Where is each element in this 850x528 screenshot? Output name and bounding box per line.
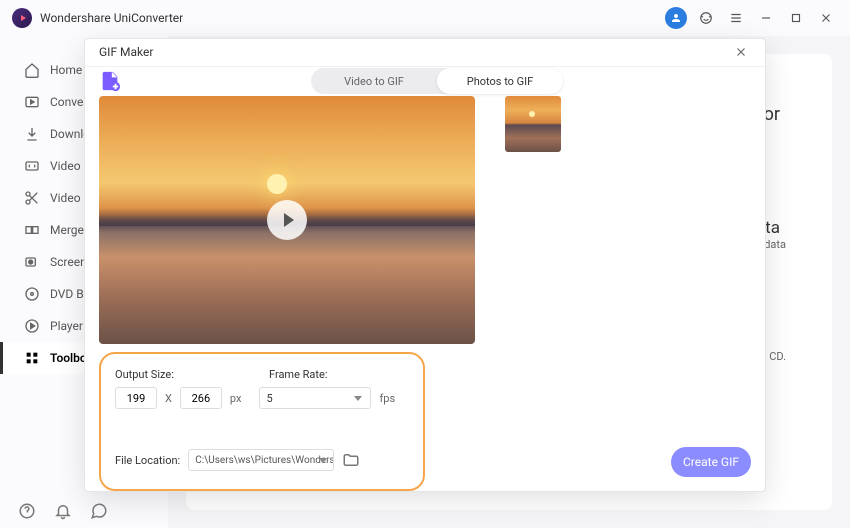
gif-maker-modal: GIF Maker Video to GIF Photos to GIF Out… — [84, 38, 766, 492]
converter-icon — [24, 94, 40, 110]
bg-text-2: CD. — [769, 350, 786, 363]
bell-icon[interactable] — [54, 502, 72, 520]
merger-icon — [24, 222, 40, 238]
width-input[interactable] — [115, 387, 157, 409]
account-avatar[interactable] — [664, 6, 688, 30]
x-separator: X — [165, 392, 172, 405]
help-icon[interactable] — [18, 502, 36, 520]
settings-panel: Output Size: Frame Rate: X px 5 fps File… — [99, 352, 425, 491]
mode-segment: Video to GIF Photos to GIF — [311, 68, 563, 94]
file-location-value: C:\Users\ws\Pictures\Wonders — [195, 455, 334, 466]
minimize-button[interactable] — [754, 6, 778, 30]
browse-folder-button[interactable] — [342, 451, 360, 469]
modal-title: GIF Maker — [99, 45, 153, 59]
sidebar-label: Merger — [50, 223, 88, 237]
output-size-label: Output Size: — [115, 368, 191, 381]
menu-icon[interactable] — [724, 6, 748, 30]
tab-video-to-gif[interactable]: Video to GIF — [311, 68, 437, 94]
record-icon — [24, 254, 40, 270]
frame-rate-select[interactable]: 5 — [259, 387, 371, 409]
thumbnail-list — [491, 96, 751, 344]
disc-icon — [24, 286, 40, 302]
play-icon — [24, 318, 40, 334]
thumbnail-item[interactable] — [505, 96, 561, 152]
scissors-icon — [24, 190, 40, 206]
frame-rate-value: 5 — [266, 392, 272, 405]
close-window-button[interactable] — [814, 6, 838, 30]
height-input[interactable] — [180, 387, 222, 409]
file-location-label: File Location: — [115, 454, 180, 467]
frame-rate-label: Frame Rate: — [269, 368, 328, 381]
tab-photos-to-gif[interactable]: Photos to GIF — [437, 68, 563, 94]
px-label: px — [230, 392, 242, 405]
create-gif-button[interactable]: Create GIF — [671, 447, 751, 477]
add-file-button[interactable] — [99, 70, 121, 92]
app-logo — [12, 8, 32, 28]
maximize-button[interactable] — [784, 6, 808, 30]
sidebar-label: Player — [50, 319, 83, 333]
fps-label: fps — [379, 392, 395, 405]
file-location-select[interactable]: C:\Users\ws\Pictures\Wonders — [188, 449, 334, 471]
support-icon[interactable] — [694, 6, 718, 30]
home-icon — [24, 62, 40, 78]
download-icon — [24, 126, 40, 142]
compress-icon — [24, 158, 40, 174]
sidebar-label: Home — [50, 63, 82, 77]
close-modal-button[interactable] — [731, 42, 751, 62]
app-title: Wondershare UniConverter — [40, 11, 183, 25]
play-button[interactable] — [267, 200, 307, 240]
toolbox-icon — [24, 350, 40, 366]
feedback-icon[interactable] — [90, 502, 108, 520]
preview-image — [99, 96, 475, 344]
titlebar: Wondershare UniConverter — [0, 0, 850, 36]
